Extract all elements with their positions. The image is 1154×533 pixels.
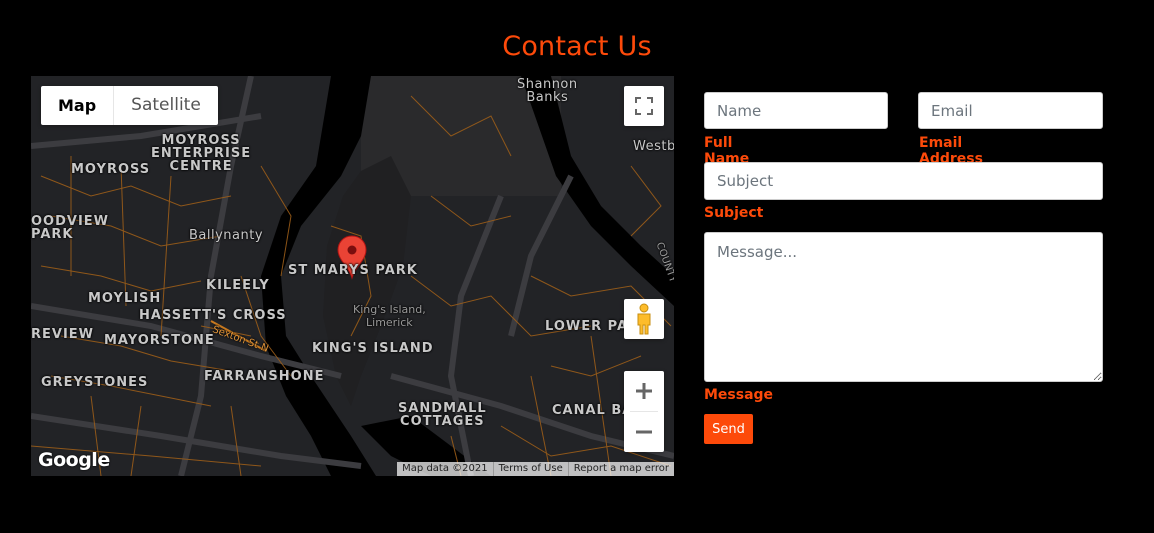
- fullscreen-icon: [635, 97, 653, 115]
- map-label-kings-island-limerick: King's Island, Limerick: [353, 303, 426, 329]
- map-label-hassetts-cross: HASSETT'S CROSS: [139, 308, 287, 323]
- map-type-control: Map Satellite: [41, 86, 218, 125]
- message-textarea[interactable]: [704, 232, 1103, 382]
- message-label: Message: [704, 387, 774, 403]
- map-label-kileely: KILEELY: [206, 278, 270, 293]
- map-label-moyross-enterprise: MOYROSS ENTERPRISE CENTRE: [151, 133, 252, 174]
- map-label-st-marys-park: ST MARYS PARK: [288, 263, 418, 278]
- map-label-moylish: MOYLISH: [88, 291, 162, 306]
- map-widget[interactable]: Shannon Banks Westb MOYROSS ENTERPRISE C…: [31, 76, 674, 476]
- map-label-greystones: GREYSTONES: [41, 375, 149, 390]
- map-label-shannon-banks: Shannon Banks: [517, 77, 578, 105]
- pegman-icon: [637, 303, 651, 335]
- map-label-farranshone: FARRANSHONE: [204, 369, 325, 384]
- map-attribution: Map data ©2021 Terms of Use Report a map…: [397, 462, 674, 476]
- map-label-canal-bank: CANAL BA: [552, 403, 634, 418]
- subject-label: Subject: [704, 205, 764, 221]
- send-button[interactable]: Send: [704, 414, 753, 444]
- minus-icon: [636, 430, 652, 434]
- terms-of-use-link[interactable]: Terms of Use: [492, 462, 568, 476]
- map-label-sandmall-cottages: SANDMALL COTTAGES: [398, 401, 487, 429]
- zoom-out-button[interactable]: [624, 412, 664, 452]
- fullscreen-button[interactable]: [624, 86, 664, 126]
- map-type-satellite-button[interactable]: Satellite: [113, 86, 218, 125]
- zoom-control: [624, 371, 664, 452]
- map-type-map-button[interactable]: Map: [41, 86, 113, 125]
- map-data-text: Map data ©2021: [402, 463, 488, 474]
- map-label-review: REVIEW: [31, 327, 95, 342]
- page-title: Contact Us: [502, 31, 652, 63]
- map-label-woodview: OODVIEW PARK: [31, 214, 110, 242]
- plus-icon: [636, 383, 652, 399]
- map-label-moyross: MOYROSS: [71, 162, 151, 177]
- report-map-error-link[interactable]: Report a map error: [567, 462, 674, 476]
- street-view-button[interactable]: [624, 299, 664, 339]
- name-input[interactable]: [704, 92, 888, 129]
- map-label-ballynanty: Ballynanty: [189, 228, 264, 243]
- zoom-in-button[interactable]: [624, 371, 664, 411]
- email-input[interactable]: [918, 92, 1103, 129]
- map-label-westb: Westb: [633, 139, 674, 154]
- subject-input[interactable]: [704, 162, 1103, 200]
- map-label-mayorstone: MAYORSTONE: [104, 333, 215, 348]
- google-logo[interactable]: Google: [38, 449, 110, 471]
- map-label-kings-island: KING'S ISLAND: [312, 341, 434, 356]
